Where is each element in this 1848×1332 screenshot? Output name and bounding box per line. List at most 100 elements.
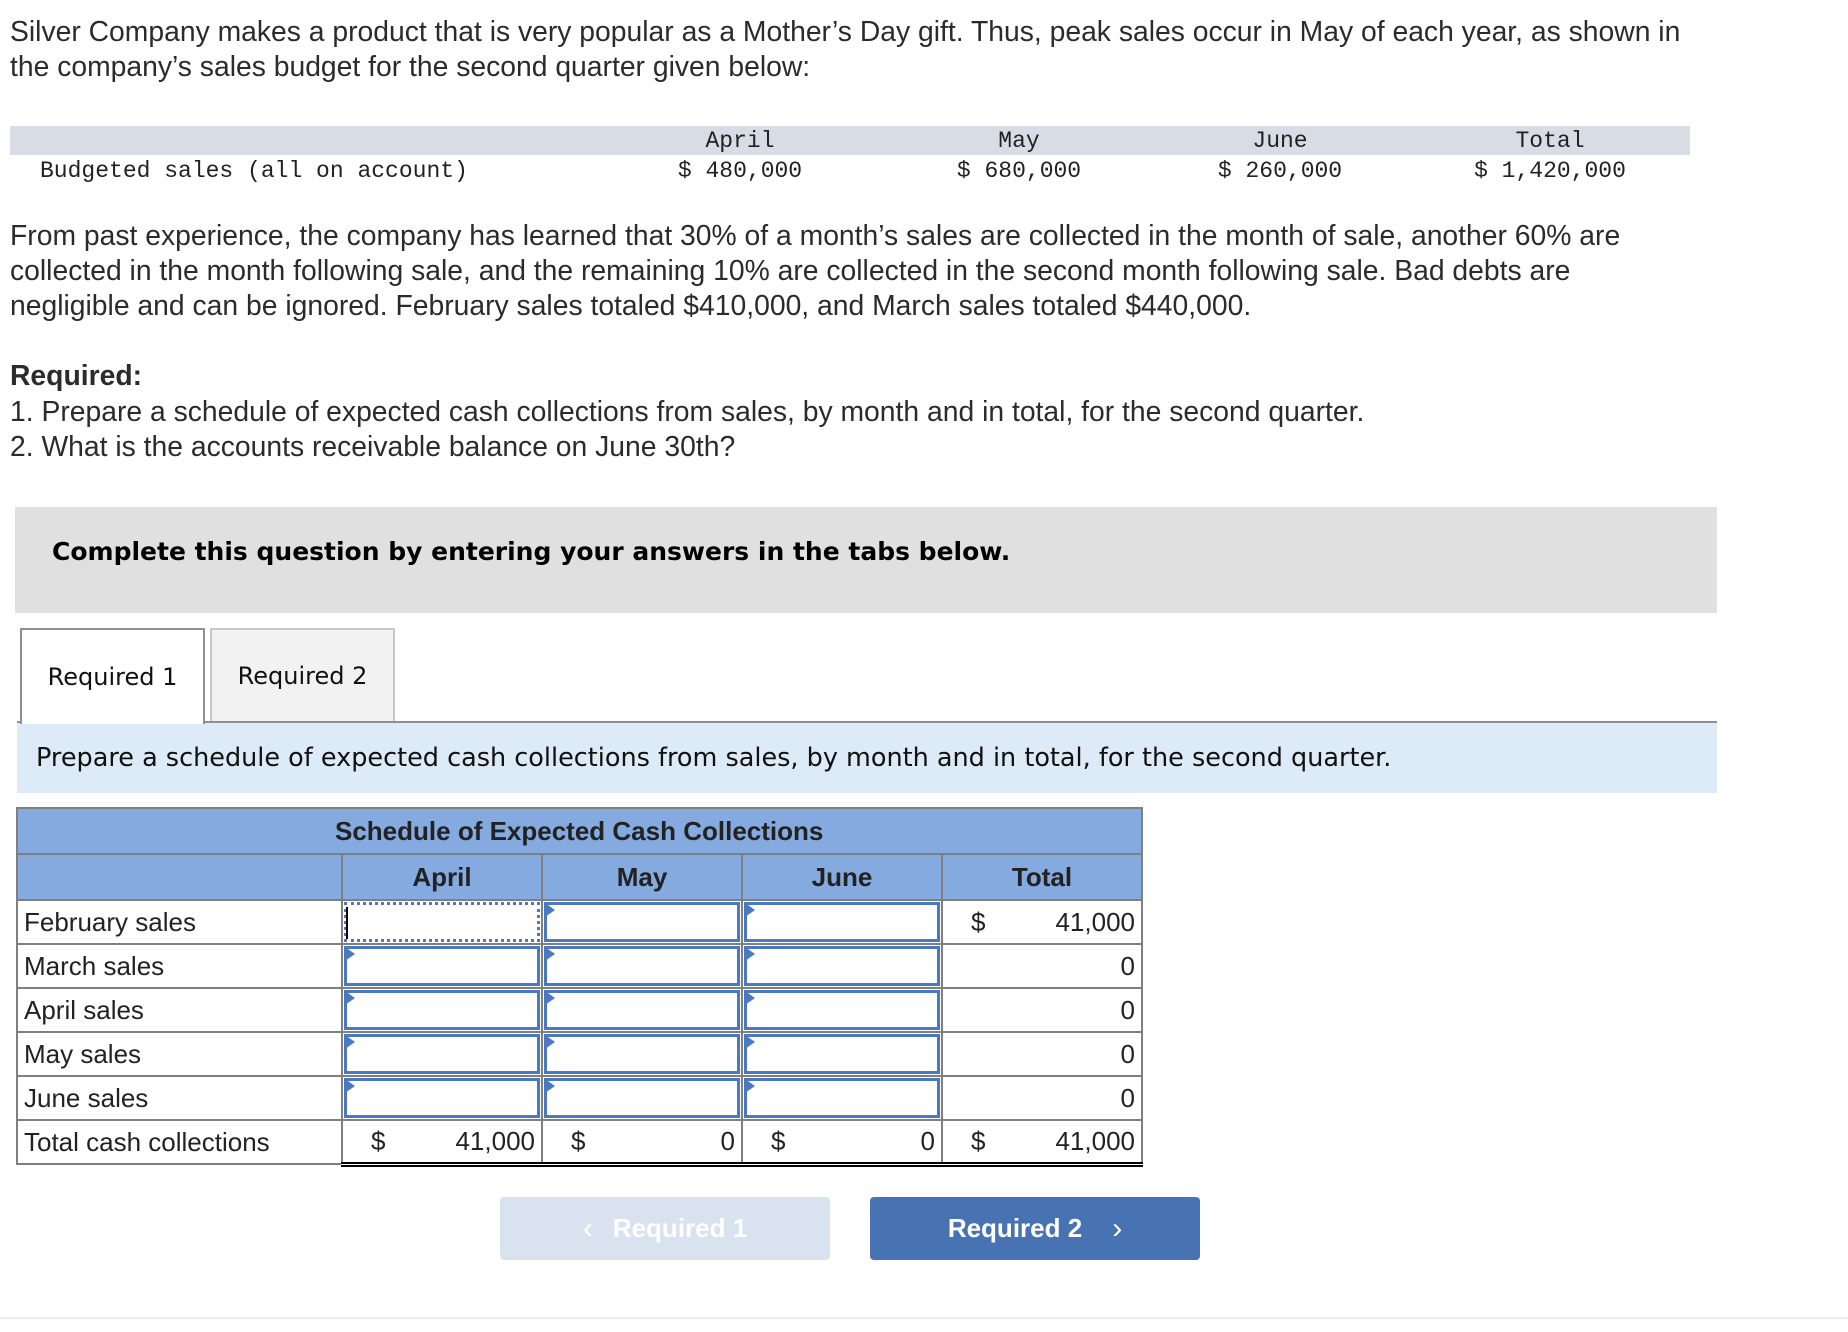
feb-june-input[interactable] [741,899,943,945]
budget-value-april: $ 480,000 [677,158,803,184]
input-field[interactable] [544,946,740,986]
input-marker-icon [345,1035,355,1049]
table-row: February sales $41,000 [16,899,1143,945]
feb-may-input[interactable] [541,899,743,945]
jun-may-input[interactable] [541,1075,743,1121]
may-june-input[interactable] [741,1031,943,1077]
budget-header-total: Total [1515,128,1585,154]
budget-header-april: April [705,128,775,154]
schedule-title: Schedule of Expected Cash Collections [16,807,1143,855]
input-field[interactable] [744,946,940,986]
prev-button-label: Required 1 [612,1213,748,1243]
table-row: March sales 0 [16,943,1143,989]
input-field[interactable] [544,990,740,1030]
input-marker-icon [745,903,755,917]
input-marker-icon [345,1079,355,1093]
row-label: May sales [16,1031,343,1077]
total-value: 0 [720,1125,735,1156]
tab-required-2[interactable]: Required 2 [210,628,395,722]
budget-value-total: $ 1,420,000 [1474,158,1626,184]
jun-april-input[interactable] [341,1075,543,1121]
input-marker-icon [745,947,755,961]
total-value: 41,000 [455,1125,535,1156]
intro-line: the company’s sales budget for the secon… [10,50,811,82]
currency-symbol: $ [771,1125,786,1156]
apr-total: 0 [941,987,1143,1033]
next-required-button[interactable]: Required 2 › [870,1197,1200,1260]
currency-symbol: $ [571,1125,586,1156]
input-field[interactable] [344,1034,540,1074]
intro-line: Silver Company makes a product that is v… [10,15,1681,47]
header-may: May [541,853,743,901]
paragraph-line: From past experience, the company has le… [10,219,1621,251]
apr-april-input[interactable] [341,987,543,1033]
required-section: Required: 1. Prepare a schedule of expec… [10,358,1364,465]
total-value: 0 [1120,950,1135,981]
input-field[interactable] [544,1078,740,1118]
prev-required-button[interactable]: ‹ Required 1 [500,1197,830,1260]
header-april: April [341,853,543,901]
total-value: 0 [1120,1038,1135,1069]
input-field[interactable] [744,902,940,942]
apr-may-input[interactable] [541,987,743,1033]
budget-header-may: May [998,128,1040,154]
row-label: Total cash collections [16,1119,343,1165]
input-field[interactable] [344,946,540,986]
total-total: $41,000 [941,1119,1143,1167]
chevron-right-icon: › [1112,1211,1123,1245]
instructions-box: Complete this question by entering your … [15,507,1717,613]
text-caret [346,907,348,939]
input-field[interactable] [344,1078,540,1118]
table-row: April sales 0 [16,987,1143,1033]
input-marker-icon [545,991,555,1005]
input-field[interactable] [544,1034,740,1074]
may-april-input[interactable] [341,1031,543,1077]
mar-june-input[interactable] [741,943,943,989]
jun-total: 0 [941,1075,1143,1121]
input-field[interactable] [544,902,740,942]
input-marker-icon [745,991,755,1005]
input-marker-icon [545,1079,555,1093]
budget-row-label: Budgeted sales (all on account) [40,158,468,184]
row-label: February sales [16,899,343,945]
input-marker-icon [545,1035,555,1049]
total-value: 0 [920,1125,935,1156]
apr-june-input[interactable] [741,987,943,1033]
table-row: May sales 0 [16,1031,1143,1077]
next-button-label: Required 2 [947,1213,1083,1243]
input-field[interactable] [344,990,540,1030]
jun-june-input[interactable] [741,1075,943,1121]
input-marker-icon [545,947,555,961]
footer-divider [0,1317,1848,1319]
budget-table-header-band [10,126,1690,155]
input-field[interactable] [744,1034,940,1074]
budget-header-june: June [1252,128,1308,154]
may-may-input[interactable] [541,1031,743,1077]
tab-label: Required 1 [47,663,178,691]
input-field[interactable] [744,990,940,1030]
required-heading: Required: [10,359,143,391]
currency-symbol: $ [371,1125,386,1156]
schedule-title-row: Schedule of Expected Cash Collections [16,807,1143,855]
input-field[interactable] [344,902,540,942]
tab-label: Required 2 [237,662,368,690]
table-row: June sales 0 [16,1075,1143,1121]
mar-may-input[interactable] [541,943,743,989]
mar-april-input[interactable] [341,943,543,989]
feb-april-input[interactable] [341,899,543,945]
input-field[interactable] [744,1078,940,1118]
chevron-left-icon: ‹ [582,1211,593,1245]
header-total: Total [941,853,1143,901]
budget-value-may: $ 680,000 [956,158,1082,184]
input-marker-icon [745,1079,755,1093]
total-row: Total cash collections $41,000 $0 $0 $41… [16,1119,1143,1167]
tab-required-1[interactable]: Required 1 [20,628,205,724]
input-marker-icon [345,991,355,1005]
currency-symbol: $ [971,1125,986,1156]
input-marker-icon [545,903,555,917]
may-total: 0 [941,1031,1143,1077]
tab-instruction-text: Prepare a schedule of expected cash coll… [36,743,1392,773]
collection-paragraph: From past experience, the company has le… [10,218,1840,323]
currency-symbol: $ [971,906,986,937]
cash-collections-schedule: Schedule of Expected Cash Collections Ap… [16,807,1143,1167]
